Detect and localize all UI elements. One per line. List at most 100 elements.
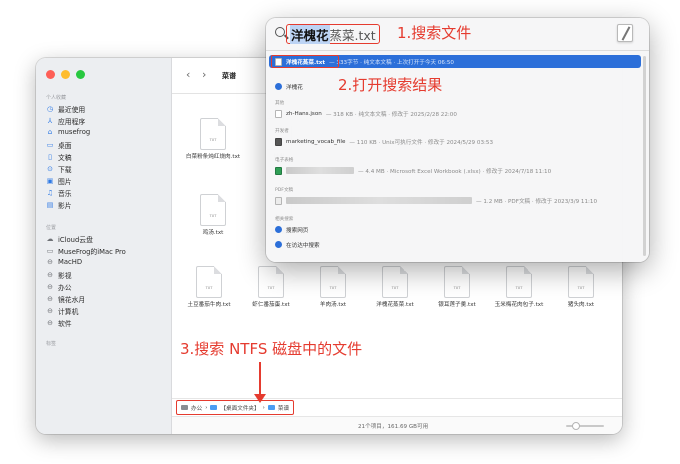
category-related: 相关搜索 xyxy=(275,217,294,222)
window-controls xyxy=(46,70,85,79)
sidebar-item-recents[interactable]: ◷ 最近使用 xyxy=(46,104,85,114)
sidebar-item-downloads[interactable]: ⊙ 下载 xyxy=(46,164,72,174)
file-item[interactable]: TXT 羊肉汤.txt xyxy=(300,266,366,310)
sidebar-item-software[interactable]: ⊖ 软件 xyxy=(46,318,72,328)
zoom-button[interactable] xyxy=(76,70,85,79)
file-item[interactable]: TXT 鸡汤.txt xyxy=(180,194,246,238)
result-row[interactable]: — 1.2 MB · PDF文稿 · 修改于 2023/3/9 11:10 xyxy=(269,194,641,207)
search-icon xyxy=(275,27,285,37)
home-icon: ⌂ xyxy=(47,128,53,136)
file-name: 羊肉汤.txt xyxy=(319,302,347,308)
file-item[interactable]: TXT 玉米梅花肉包子.txt xyxy=(486,266,552,310)
sidebar-item-office[interactable]: ⊖ 办公 xyxy=(46,282,72,292)
sidebar-item-video[interactable]: ⊖ 影视 xyxy=(46,270,72,280)
related-row[interactable]: 在访达中搜索 xyxy=(269,238,641,251)
apps-icon: ⅄ xyxy=(47,117,53,125)
sidebar-section-tags: 标签 xyxy=(46,341,57,347)
sidebar-item-home[interactable]: ⌂ musefrog xyxy=(46,128,90,136)
category-other: 其他 xyxy=(275,101,285,106)
json-file-icon xyxy=(275,109,282,118)
sidebar-item-documents[interactable]: ▯ 文稿 xyxy=(46,152,72,162)
file-item[interactable]: TXT 洋槐花蒸菜.txt xyxy=(362,266,428,310)
file-item[interactable]: TXT 猪头肉.txt xyxy=(548,266,614,310)
sidebar-item-jinghua[interactable]: ⊖ 镜花水月 xyxy=(46,294,85,304)
web-search-icon xyxy=(275,226,282,233)
drive-icon: ⊖ xyxy=(47,319,53,327)
redacted-filename xyxy=(286,167,354,174)
status-bar: 21个项目，161.69 GB可用 xyxy=(172,416,622,434)
annotation-step1: 1.搜索文件 xyxy=(397,24,472,42)
annotation-step3: 3.搜索 NTFS 磁盘中的文件 xyxy=(180,340,363,358)
drive-icon: ⊖ xyxy=(47,271,53,279)
search-input[interactable]: 洋槐花 蒸菜.txt xyxy=(286,24,380,44)
film-icon: ▤ xyxy=(46,201,54,209)
drive-icon: ⊖ xyxy=(47,283,53,291)
computer-icon: ▭ xyxy=(46,247,54,255)
sidebar-item-computer[interactable]: ⊖ 计算机 xyxy=(46,306,78,316)
sidebar-item-desktop[interactable]: ▭ 桌面 xyxy=(46,140,72,150)
file-name: 猪头肉.txt xyxy=(567,302,595,308)
file-item[interactable]: TXT 虾仁番茄蛋.txt xyxy=(238,266,304,310)
document-icon: ▯ xyxy=(48,153,52,161)
icon-size-slider[interactable] xyxy=(566,422,604,430)
txt-file-icon: TXT xyxy=(444,266,470,298)
spotlight-suggestion-icon xyxy=(275,83,282,90)
result-row[interactable]: — 4.4 MB · Microsoft Excel Workbook (.xl… xyxy=(269,164,641,177)
annotation-arrowhead xyxy=(254,394,266,403)
minimize-button[interactable] xyxy=(61,70,70,79)
pdf-file-icon xyxy=(275,196,282,205)
file-item[interactable]: TXT 白菜粉条炖红烧肉.txt xyxy=(180,118,246,162)
sidebar-item-pictures[interactable]: ▣ 图片 xyxy=(46,176,72,186)
sidebar-item-applications[interactable]: ⅄ 应用程序 xyxy=(46,116,85,126)
folder-icon xyxy=(267,404,275,411)
file-name: 银耳莲子羹.txt xyxy=(438,302,476,308)
slider-knob[interactable] xyxy=(572,422,580,430)
path-segment[interactable]: 办公 xyxy=(191,404,202,412)
result-row[interactable]: zh-Hans.json — 318 KB · 纯文本文稿 · 修改于 2025… xyxy=(269,107,641,120)
related-row[interactable]: 搜索网页 xyxy=(269,223,641,236)
txt-file-icon: TXT xyxy=(568,266,594,298)
sidebar: 个人收藏 ◷ 最近使用 ⅄ 应用程序 ⌂ musefrog ▭ 桌面 ▯ 文稿 ⊙ 下载 ▣… xyxy=(36,58,172,434)
sidebar-section-locations: 位置 xyxy=(46,225,57,231)
drive-icon: ⊖ xyxy=(47,295,53,303)
cloud-icon: ☁ xyxy=(46,235,54,243)
path-highlight-box: 办公 › 【桌面文件夹】 › 菜谱 xyxy=(176,400,295,415)
file-item[interactable]: TXT 银耳莲子羹.txt xyxy=(424,266,490,310)
clock-icon: ◷ xyxy=(46,105,54,113)
scrollbar[interactable] xyxy=(643,56,646,256)
finder-search-icon xyxy=(275,241,282,248)
txt-file-icon: TXT xyxy=(258,266,284,298)
file-name: 虾仁番茄蛋.txt xyxy=(252,302,290,308)
path-segment[interactable]: 菜谱 xyxy=(278,404,289,412)
drive-icon: ⊖ xyxy=(47,258,53,266)
path-segment[interactable]: 【桌面文件夹】 xyxy=(220,404,259,412)
path-separator: › xyxy=(205,404,208,411)
terminal-file-icon xyxy=(275,137,282,146)
back-chevron-icon[interactable]: ‹ xyxy=(186,68,190,81)
top-hit-highlight-box xyxy=(271,55,339,68)
file-item[interactable]: TXT 土豆番茄牛肉.txt xyxy=(176,266,242,310)
textedit-app-icon[interactable] xyxy=(617,24,633,42)
excel-file-icon xyxy=(275,166,282,175)
result-row[interactable]: marketing_vocab_file — 110 KB · Unix可执行文… xyxy=(269,135,641,148)
sidebar-item-music[interactable]: ♫ 音乐 xyxy=(46,188,72,198)
query-highlight: 洋槐花 xyxy=(290,24,330,44)
forward-chevron-icon[interactable]: › xyxy=(202,68,206,81)
file-name: 玉米梅花肉包子.txt xyxy=(494,302,544,308)
sidebar-item-icloud[interactable]: ☁ iCloud云盘 xyxy=(46,234,93,244)
sidebar-item-machd[interactable]: ⊖ MacHD xyxy=(46,258,82,266)
sidebar-item-imac[interactable]: ▭ MuseFrog的iMac Pro xyxy=(46,246,126,256)
category-spreadsheet: 电子表格 xyxy=(275,158,294,163)
download-icon: ⊙ xyxy=(47,165,53,173)
desktop-icon: ▭ xyxy=(46,141,54,149)
txt-file-icon: TXT xyxy=(196,266,222,298)
folder-icon xyxy=(210,404,218,411)
suggestion-row[interactable]: 洋槐花 xyxy=(269,80,641,93)
drive-icon xyxy=(181,404,188,411)
txt-file-icon: TXT xyxy=(320,266,346,298)
close-button[interactable] xyxy=(46,70,55,79)
sidebar-item-movies[interactable]: ▤ 影片 xyxy=(46,200,72,210)
file-name: 鸡汤.txt xyxy=(202,230,224,236)
txt-file-icon: TXT xyxy=(200,194,226,226)
path-bar: 办公 › 【桌面文件夹】 › 菜谱 xyxy=(172,398,622,416)
